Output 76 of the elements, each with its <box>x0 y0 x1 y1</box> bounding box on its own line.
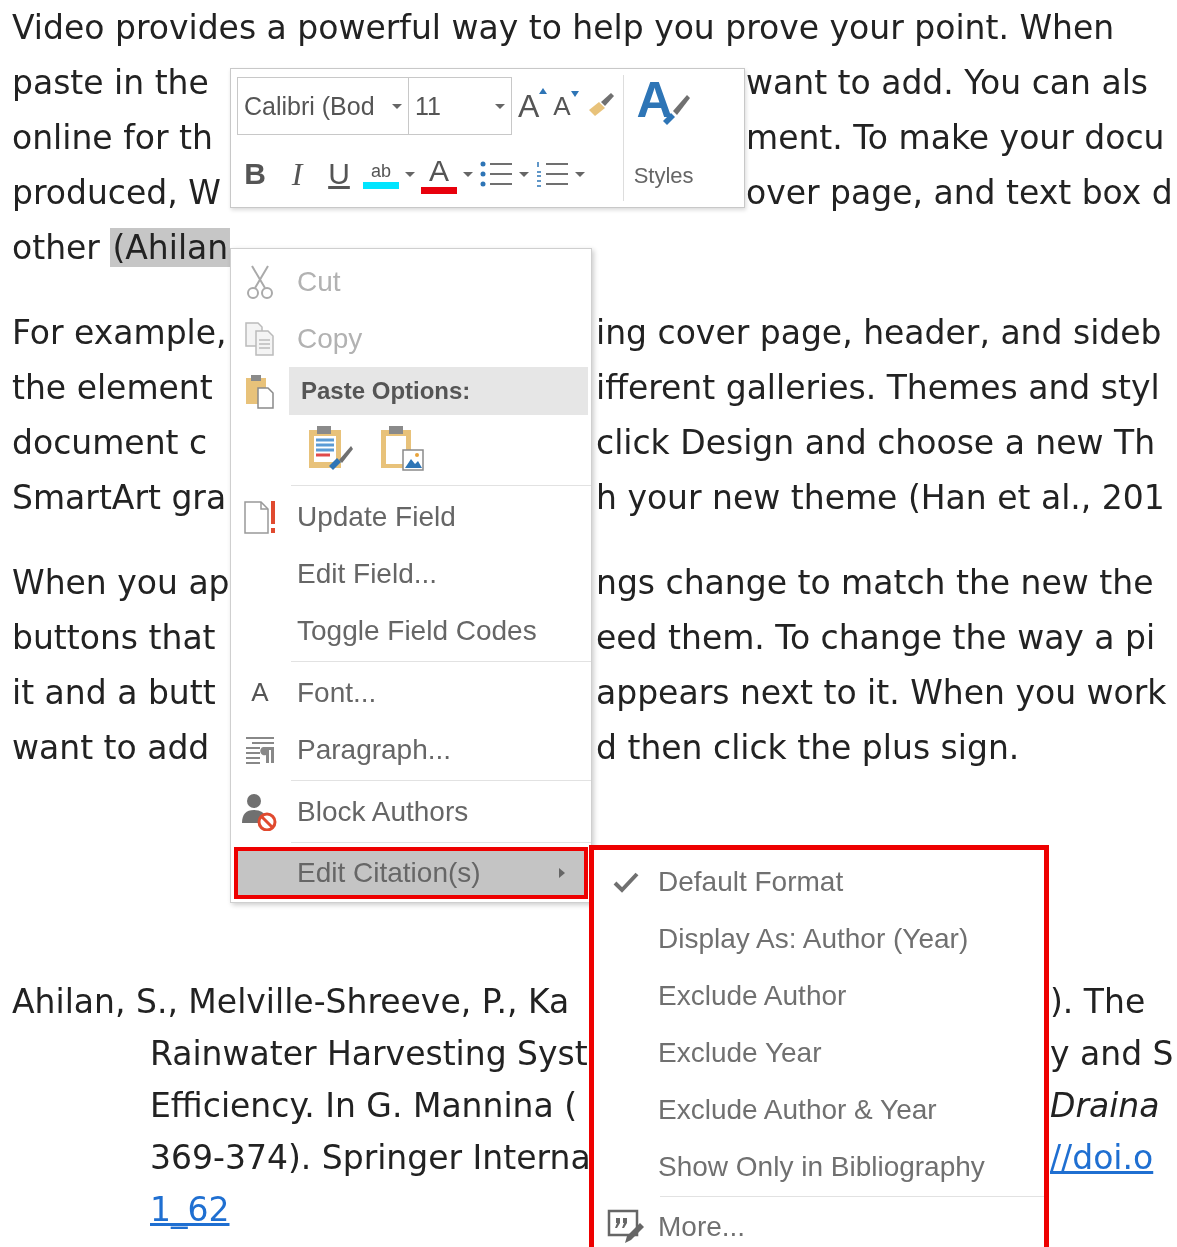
body-text: document c <box>12 423 208 462</box>
shrink-font-button[interactable]: A <box>553 90 579 122</box>
scissors-icon <box>245 263 275 300</box>
body-text: Ahilan, S., Melville-Shreeve, P., Ka <box>12 981 570 1021</box>
paste-options-header: Paste Options: <box>289 367 588 415</box>
grow-font-button[interactable]: A <box>518 87 548 125</box>
menu-item[interactable]: Default Format <box>594 853 1044 910</box>
menu-item[interactable]: Toggle Field Codes <box>231 602 591 659</box>
italic-button[interactable]: I <box>279 155 315 193</box>
menu-item[interactable]: Exclude Year <box>594 1024 1044 1081</box>
body-text: d then click the plus sign. <box>596 728 1020 767</box>
underline-button[interactable]: U <box>321 157 357 191</box>
bold-button[interactable]: B <box>237 157 273 191</box>
font-size-field[interactable]: 11 <box>408 77 512 135</box>
submenu-arrow-icon <box>558 867 566 879</box>
body-text: paste in the <box>12 63 209 102</box>
document-alert-icon <box>243 498 277 535</box>
body-text: eed them. To change the way a pi <box>596 618 1156 657</box>
body-text: ing cover page, header, and sideb <box>596 313 1162 352</box>
menu-item[interactable]: A Font... <box>231 664 591 721</box>
body-text: buttons that <box>12 618 216 657</box>
checkmark-icon <box>613 870 639 893</box>
numbering-icon[interactable] <box>535 159 569 189</box>
body-text: ifferent galleries. Themes and styl <box>596 368 1160 407</box>
menu-item[interactable]: Paragraph... <box>231 721 591 778</box>
body-text: appears next to it. When you work <box>596 673 1167 712</box>
body-text: other <box>12 228 101 267</box>
body-text: Efficiency. In G. Mannina ( <box>150 1085 578 1125</box>
font-icon: A <box>251 677 269 708</box>
caret-icon[interactable] <box>519 171 529 177</box>
body-text: 369-374). Springer Interna <box>150 1137 591 1177</box>
body-text: Draina <box>1050 1085 1160 1125</box>
body-text: ngs change to match the new the <box>596 563 1154 602</box>
body-text: over page, and text box d <box>746 173 1173 212</box>
up-arrow-icon <box>539 87 548 94</box>
body-text: online for th <box>12 118 213 157</box>
menu-item[interactable]: Exclude Author & Year <box>594 1081 1044 1138</box>
body-text: ment. To make your docu <box>746 118 1165 157</box>
doi-link[interactable]: //doi.o <box>1050 1137 1154 1177</box>
body-text: Rainwater Harvesting Syst <box>150 1033 588 1073</box>
doi-link[interactable]: 1_62 <box>150 1189 230 1229</box>
paragraph-icon <box>244 734 276 765</box>
caret-icon[interactable] <box>405 171 415 177</box>
body-text: y and S <box>1050 1033 1174 1073</box>
clipboard-icon <box>245 373 275 409</box>
styles-button[interactable]: A Styles <box>622 75 704 201</box>
body-text: the element <box>12 368 213 407</box>
caret-icon[interactable] <box>463 171 473 177</box>
down-arrow-icon <box>570 90 579 97</box>
body-text: SmartArt gra <box>12 478 227 517</box>
caret-icon[interactable] <box>575 171 585 177</box>
selected-citation: (Ahilan <box>110 228 231 267</box>
menu-item[interactable]: Edit Field... <box>231 545 591 602</box>
body-text: For example, <box>12 313 227 352</box>
menu-item[interactable]: More... <box>594 1198 1044 1247</box>
body-text: want to add <box>12 728 210 767</box>
highlight-button[interactable]: ab <box>363 159 399 189</box>
menu-item[interactable]: Display As: Author (Year) <box>594 910 1044 967</box>
body-text: When you ap <box>12 563 230 602</box>
body-text: h your new theme (Han et al., 201 <box>596 478 1165 517</box>
bullets-icon[interactable] <box>479 159 513 189</box>
menu-item[interactable]: Exclude Author <box>594 967 1044 1024</box>
body-text: want to add. You can als <box>746 63 1148 102</box>
menu-item[interactable]: Update Field <box>231 488 591 545</box>
menu-item[interactable]: Block Authors <box>231 783 591 840</box>
body-text: Video provides a powerful way to help you prove your point. When <box>12 8 1115 47</box>
menu-item[interactable]: Show Only in Bibliography <box>594 1138 1044 1195</box>
submenu-item[interactable]: Edit Citation(s) <box>234 847 588 899</box>
blocked-person-icon <box>242 792 278 831</box>
font-color-button[interactable]: A <box>421 154 457 194</box>
body-text: it and a butt <box>12 673 216 712</box>
copy-icon <box>245 321 275 356</box>
body-text: ). The <box>1050 981 1146 1021</box>
font-name-field[interactable]: Calibri (Bod <box>237 77 409 135</box>
body-text: produced, W <box>12 173 221 212</box>
body-text: click Design and choose a new Th <box>596 423 1156 462</box>
